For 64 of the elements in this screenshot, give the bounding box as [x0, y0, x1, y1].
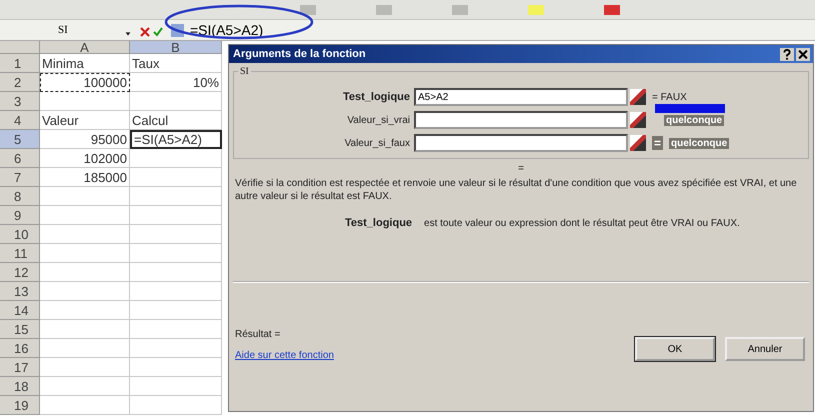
table-cell: 100000	[40, 73, 130, 92]
row-header[interactable]: 2	[0, 73, 40, 92]
toolbar-icon[interactable]	[300, 4, 316, 14]
row-header[interactable]: 3	[0, 92, 40, 111]
row-header[interactable]: 8	[0, 187, 40, 206]
table-cell: Calcul	[130, 111, 222, 130]
name-box[interactable]: SI	[40, 22, 120, 38]
formula-result: =	[517, 163, 525, 175]
window-title: Arguments de la fonction	[233, 48, 366, 60]
argument-type: quelconque	[664, 114, 724, 126]
row-header[interactable]: 4	[0, 111, 40, 130]
row-header[interactable]: 6	[0, 149, 40, 168]
collapse-dialog-icon[interactable]	[630, 135, 646, 151]
row-header[interactable]: 1	[0, 54, 40, 73]
highlight-color-icon[interactable]	[528, 4, 544, 14]
column-header[interactable]: B	[130, 41, 222, 54]
row-header[interactable]: 5	[0, 130, 40, 149]
close-icon[interactable]	[796, 48, 810, 60]
highlight-mark	[655, 104, 725, 113]
argument-description: est toute valeur ou expression dont le résultat peut être VRAI ou FAUX.	[424, 218, 740, 228]
table-cell: Minima	[40, 54, 130, 73]
input-field[interactable]	[414, 111, 628, 129]
table-cell: =SI(A5>A2)	[130, 130, 222, 149]
row-header[interactable]: 16	[0, 339, 40, 358]
row-header[interactable]: 13	[0, 282, 40, 301]
row-header[interactable]: 15	[0, 320, 40, 339]
table-cell: 10%	[130, 73, 222, 92]
row-header[interactable]: 14	[0, 301, 40, 320]
row-header[interactable]: 9	[0, 206, 40, 225]
table-cell: 102000	[40, 149, 130, 168]
group-title: SI	[238, 66, 251, 77]
help-icon[interactable]	[780, 48, 794, 60]
argument-label: Valeur_si_faux	[344, 138, 411, 148]
equals-sign: =	[652, 136, 664, 150]
row-header[interactable]: 7	[0, 168, 40, 187]
table-cell: Taux	[130, 54, 222, 73]
ok-button[interactable]: OK	[635, 337, 715, 361]
corner-cell[interactable]	[0, 41, 40, 54]
table-cell: 185000	[40, 168, 130, 187]
collapse-dialog-icon[interactable]	[630, 112, 646, 128]
argument-type: quelconque	[669, 138, 730, 148]
collapse-dialog-icon[interactable]	[630, 89, 646, 105]
row-header[interactable]: 11	[0, 244, 40, 263]
table-cell: Valeur	[40, 111, 130, 130]
column-header[interactable]: A	[40, 41, 130, 54]
cancel-icon[interactable]	[140, 25, 150, 35]
row-header[interactable]: 10	[0, 225, 40, 244]
row-header[interactable]: 19	[0, 396, 40, 415]
input-field[interactable]	[414, 134, 628, 152]
input-field[interactable]: A5>A2	[414, 88, 628, 106]
font-color-icon[interactable]	[604, 4, 620, 14]
help-link[interactable]: Aide sur cette fonction	[235, 350, 334, 361]
confirm-icon[interactable]	[153, 25, 163, 35]
argument-label: Test_logique	[342, 91, 411, 103]
row-header[interactable]: 12	[0, 263, 40, 282]
argument-name: Test_logique	[345, 217, 412, 229]
function-description: Vérifie si la condition est respectée et renvoie une valeur si le résultat d'une condition que vous avez spécifiée est VRAI, et une autre valeur si le résultat est FAUX.	[235, 177, 798, 203]
table-cell: 95000	[40, 130, 130, 149]
argument-label: Valeur_si_vrai	[346, 114, 411, 126]
result-label: Résultat =	[235, 329, 282, 340]
row-header[interactable]: 18	[0, 377, 40, 396]
cancel-button[interactable]: Annuler	[725, 337, 805, 361]
argument-result: = FAUX	[652, 92, 687, 102]
row-header[interactable]: 17	[0, 358, 40, 377]
